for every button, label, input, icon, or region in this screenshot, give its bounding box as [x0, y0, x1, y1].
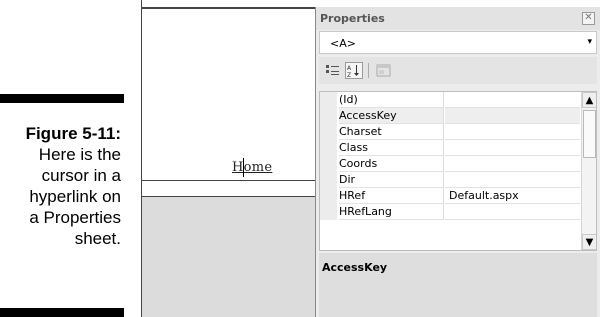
scroll-down-icon[interactable]: ▼: [582, 234, 596, 250]
property-name: HRef: [339, 188, 444, 204]
figure-caption: Figure 5-11: Here is the cursor in a hyp…: [0, 123, 121, 249]
properties-title: Properties: [320, 12, 385, 25]
property-name: Charset: [339, 124, 444, 140]
selected-element-value: <A>: [330, 37, 356, 50]
element-selector-dropdown[interactable]: <A> ▾: [319, 31, 597, 54]
property-row-selected[interactable]: AccessKey: [320, 108, 580, 124]
property-row[interactable]: Class: [320, 140, 580, 156]
text-cursor: [243, 158, 244, 177]
properties-title-bar: Properties ✕: [316, 7, 600, 30]
property-value[interactable]: [445, 172, 580, 188]
properties-toolbar: A Z: [319, 57, 597, 84]
toolbar-separator: [368, 63, 369, 78]
scrollbar-thumb[interactable]: [583, 110, 596, 158]
property-name: (Id): [339, 92, 444, 108]
close-icon[interactable]: ✕: [582, 12, 595, 25]
property-value[interactable]: [445, 204, 580, 220]
design-top-border: [142, 7, 316, 9]
alphabetical-sort-icon[interactable]: A Z: [345, 62, 363, 79]
svg-text:A: A: [347, 65, 352, 72]
property-pages-icon[interactable]: [375, 62, 393, 79]
property-name: HRefLang: [339, 204, 444, 220]
property-row[interactable]: (Id): [320, 92, 580, 108]
property-value[interactable]: Default.aspx: [445, 188, 580, 204]
design-surface[interactable]: Home: [141, 0, 316, 317]
property-name: Coords: [339, 156, 444, 172]
caption-top-bar: [0, 94, 124, 103]
scroll-up-icon[interactable]: ▲: [582, 92, 596, 108]
property-value[interactable]: [445, 108, 580, 124]
caption-bottom-bar: [0, 308, 124, 317]
description-title: AccessKey: [322, 261, 388, 274]
vertical-scrollbar[interactable]: ▲ ▼: [581, 92, 596, 250]
figure-number: Figure 5-11:: [25, 124, 121, 143]
figure-caption-text: Here is the cursor in a hyperlink on a P…: [29, 145, 121, 248]
property-value[interactable]: [445, 140, 580, 156]
property-name: Dir: [339, 172, 444, 188]
property-row[interactable]: HRefLang: [320, 204, 580, 220]
properties-panel: Properties ✕ <A> ▾ A Z (Id) AccessKey Ch…: [315, 7, 600, 317]
property-row[interactable]: HRef Default.aspx: [320, 188, 580, 204]
property-value[interactable]: [445, 92, 580, 108]
hyperlink-home[interactable]: Home: [232, 160, 272, 175]
property-description-pane: AccessKey: [319, 253, 597, 317]
property-name: Class: [339, 140, 444, 156]
property-name: AccessKey: [339, 108, 444, 124]
categorized-view-icon[interactable]: [324, 62, 342, 79]
property-value[interactable]: [445, 124, 580, 140]
svg-text:Z: Z: [347, 72, 351, 78]
design-divider: [142, 180, 316, 181]
property-row[interactable]: Charset: [320, 124, 580, 140]
design-empty-area: [142, 197, 316, 317]
property-grid: (Id) AccessKey Charset Class Coords Dir: [319, 91, 597, 251]
property-value[interactable]: [445, 156, 580, 172]
property-row[interactable]: Dir: [320, 172, 580, 188]
chevron-down-icon[interactable]: ▾: [587, 37, 592, 47]
property-row[interactable]: Coords: [320, 156, 580, 172]
